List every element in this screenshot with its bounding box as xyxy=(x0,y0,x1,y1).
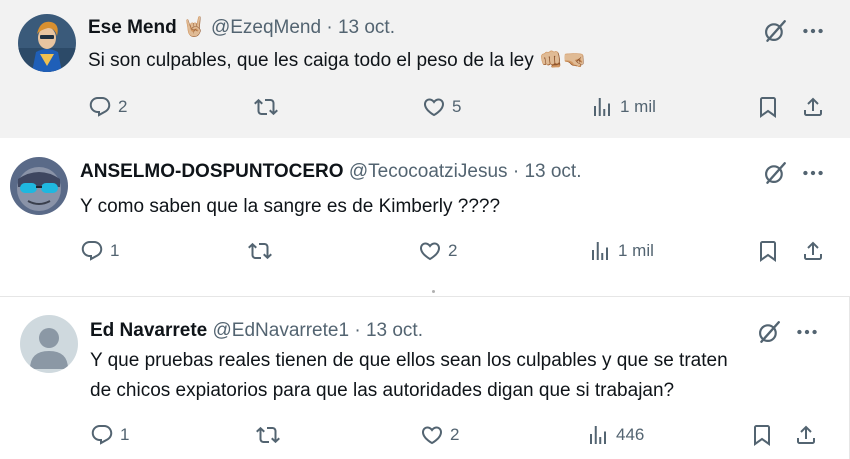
tweet-date[interactable]: 13 oct. xyxy=(338,17,395,38)
reply-count: 2 xyxy=(118,97,128,116)
grok-icon[interactable] xyxy=(756,319,782,345)
reply-count: 1 xyxy=(110,241,120,260)
user-handle[interactable]: @EzeqMend xyxy=(211,17,321,38)
bookmark-button[interactable] xyxy=(756,94,780,120)
retweet-icon xyxy=(248,239,272,263)
tweet-text-line: Y que pruebas reales tienen de que ellos… xyxy=(90,350,728,371)
like-button[interactable]: 2 xyxy=(420,422,459,448)
thread-divider xyxy=(432,290,435,293)
reply-button[interactable]: 1 xyxy=(90,422,129,448)
retweet-button[interactable] xyxy=(254,94,278,120)
tweet-header: Ese Mend 🤘🏼 @EzeqMend · 13 oct. xyxy=(88,16,395,40)
separator: · xyxy=(326,17,333,38)
reply-icon xyxy=(80,239,104,263)
reply-button[interactable]: 2 xyxy=(88,94,127,120)
reply-icon xyxy=(88,95,112,119)
view-count: 446 xyxy=(616,425,645,444)
bookmark-icon xyxy=(756,95,780,119)
tweet-date[interactable]: 13 oct. xyxy=(524,161,581,182)
user-handle[interactable]: @TecocoatziJesus xyxy=(349,161,508,182)
tweet-date[interactable]: 13 oct. xyxy=(366,320,423,341)
heart-icon xyxy=(422,95,446,119)
heart-icon xyxy=(418,239,442,263)
retweet-button[interactable] xyxy=(256,422,280,448)
share-button[interactable] xyxy=(794,422,818,448)
tweet-text: Y que pruebas reales tienen de que ellos… xyxy=(90,346,728,406)
avatar[interactable] xyxy=(10,157,68,215)
views-button[interactable]: 1 mil xyxy=(590,94,656,120)
bookmark-icon xyxy=(750,423,774,447)
bookmark-icon xyxy=(756,239,780,263)
display-name[interactable]: Ed Navarrete xyxy=(90,320,207,341)
like-button[interactable]: 5 xyxy=(422,94,461,120)
tweet-text-content: Si son culpables, que les caiga todo el … xyxy=(88,50,534,71)
reply-tweet[interactable]: Ese Mend 🤘🏼 @EzeqMend · 13 oct. Si son c… xyxy=(0,0,850,138)
share-icon xyxy=(794,423,818,447)
views-icon xyxy=(590,95,614,119)
grok-icon[interactable] xyxy=(762,18,788,44)
share-button[interactable] xyxy=(801,94,825,120)
more-icon[interactable] xyxy=(800,18,826,44)
share-button[interactable] xyxy=(801,238,825,264)
separator: · xyxy=(354,320,361,341)
retweet-icon xyxy=(256,423,280,447)
tweet-text: Si son culpables, que les caiga todo el … xyxy=(88,46,586,76)
tweet-text-emoji: 👊🏼🤜🏼 xyxy=(539,50,587,71)
like-count: 2 xyxy=(450,425,460,444)
display-name[interactable]: ANSELMO-DOSPUNTOCERO xyxy=(80,161,344,182)
name-emoji: 🤘🏼 xyxy=(181,17,206,38)
views-icon xyxy=(586,423,610,447)
views-button[interactable]: 1 mil xyxy=(588,238,654,264)
reply-tweet[interactable]: ANSELMO-DOSPUNTOCERO @TecocoatziJesus · … xyxy=(0,138,850,284)
retweet-button[interactable] xyxy=(248,238,272,264)
tweet-header: Ed Navarrete @EdNavarrete1 · 13 oct. xyxy=(90,319,423,343)
reply-tweet[interactable]: Ed Navarrete @EdNavarrete1 · 13 oct. Y q… xyxy=(0,296,850,459)
avatar[interactable] xyxy=(18,14,76,72)
avatar[interactable] xyxy=(20,315,78,373)
views-icon xyxy=(588,239,612,263)
grok-icon[interactable] xyxy=(762,160,788,186)
like-count: 5 xyxy=(452,97,462,116)
display-name[interactable]: Ese Mend xyxy=(88,17,177,38)
separator: · xyxy=(512,161,520,182)
reply-button[interactable]: 1 xyxy=(80,238,119,264)
tweet-text-line: de chicos expiatorios para que las autor… xyxy=(90,380,675,401)
tweet-text: Y como saben que la sangre es de Kimberl… xyxy=(80,196,501,217)
more-icon[interactable] xyxy=(794,319,820,345)
views-button[interactable]: 446 xyxy=(586,422,644,448)
more-icon[interactable] xyxy=(800,160,826,186)
share-icon xyxy=(801,239,825,263)
reply-icon xyxy=(90,423,114,447)
view-count: 1 mil xyxy=(620,97,656,116)
tweet-header: ANSELMO-DOSPUNTOCERO @TecocoatziJesus · … xyxy=(80,160,581,184)
reply-count: 1 xyxy=(120,425,130,444)
bookmark-button[interactable] xyxy=(750,422,774,448)
like-count: 2 xyxy=(448,241,458,260)
retweet-icon xyxy=(254,95,278,119)
bookmark-button[interactable] xyxy=(756,238,780,264)
view-count: 1 mil xyxy=(618,241,654,260)
heart-icon xyxy=(420,423,444,447)
user-handle[interactable]: @EdNavarrete1 xyxy=(213,320,350,341)
like-button[interactable]: 2 xyxy=(418,238,457,264)
share-icon xyxy=(801,95,825,119)
